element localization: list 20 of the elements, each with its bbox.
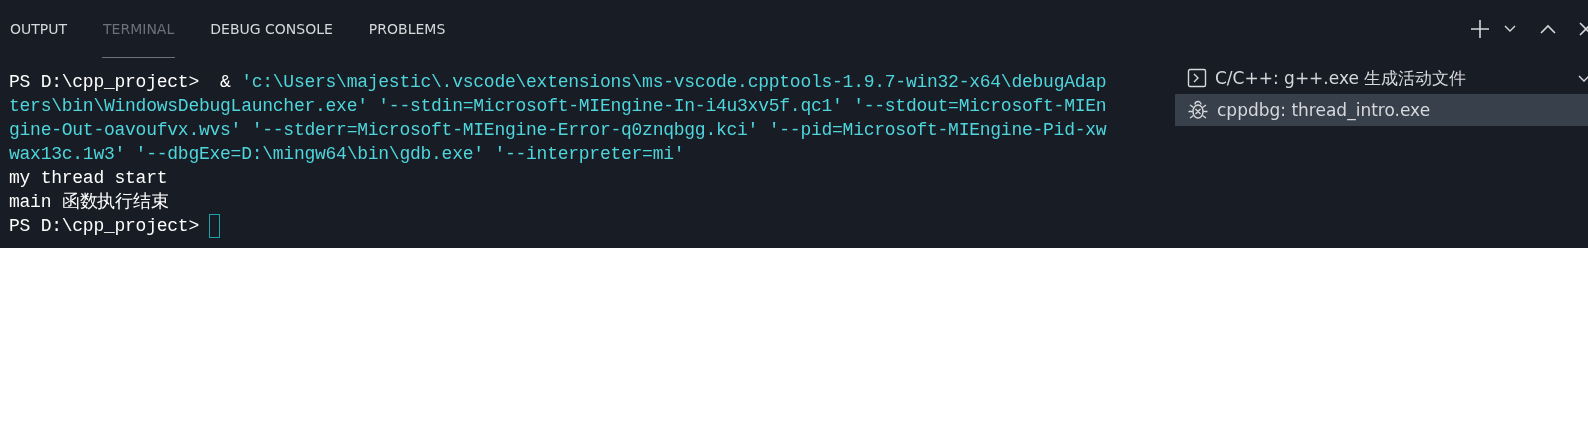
terminal-text: gine-Out-oavoufvx.wvs' '--stderr=Microsoft-MIEngine-Error-q0znqbgg.kci' '--pid=Microsoft-MIEngine-Pid-xw: [9, 119, 1107, 142]
terminal-text: wax13c.1w3' '--dbgExe=D:\mingw64\bin\gdb.exe' '--interpreter=mi': [9, 143, 685, 166]
terminal-list-item[interactable]: cppdbg: thread_intro.exe: [1175, 94, 1588, 126]
terminal-icon: [1187, 68, 1207, 88]
terminal-list-item[interactable]: C/C++: g++.exe 生成活动文件: [1175, 62, 1588, 94]
panel-tab[interactable]: PROBLEMS: [367, 0, 447, 58]
chevron-down-icon[interactable]: [1578, 75, 1588, 82]
terminal-prompt: PS D:\cpp_project>: [9, 215, 199, 238]
chevron-down-icon[interactable]: [1504, 25, 1516, 33]
terminal-text: 'c:\Users\majestic\.vscode\extensions\ms-vscode.cpptools-1.9.7-win32-x64\debugAdap: [241, 71, 1107, 94]
chevron-up-icon[interactable]: [1540, 24, 1556, 34]
panel-tab[interactable]: OUTPUT: [9, 0, 69, 58]
close-icon[interactable]: [1578, 21, 1588, 37]
terminal-text: main 函数执行结束: [9, 191, 169, 214]
bug-icon: [1187, 99, 1209, 121]
terminal-text: my thread start: [9, 167, 168, 190]
plus-icon[interactable]: [1470, 19, 1490, 39]
panel-tab[interactable]: DEBUG CONSOLE: [209, 0, 334, 58]
terminal-prompt: PS D:\cpp_project> &: [9, 71, 232, 94]
terminal-text: ters\bin\WindowsDebugLauncher.exe' '--stdin=Microsoft-MIEngine-In-i4u3xv5f.qc1' '--stdout=Microsoft-MIEn: [9, 95, 1107, 118]
